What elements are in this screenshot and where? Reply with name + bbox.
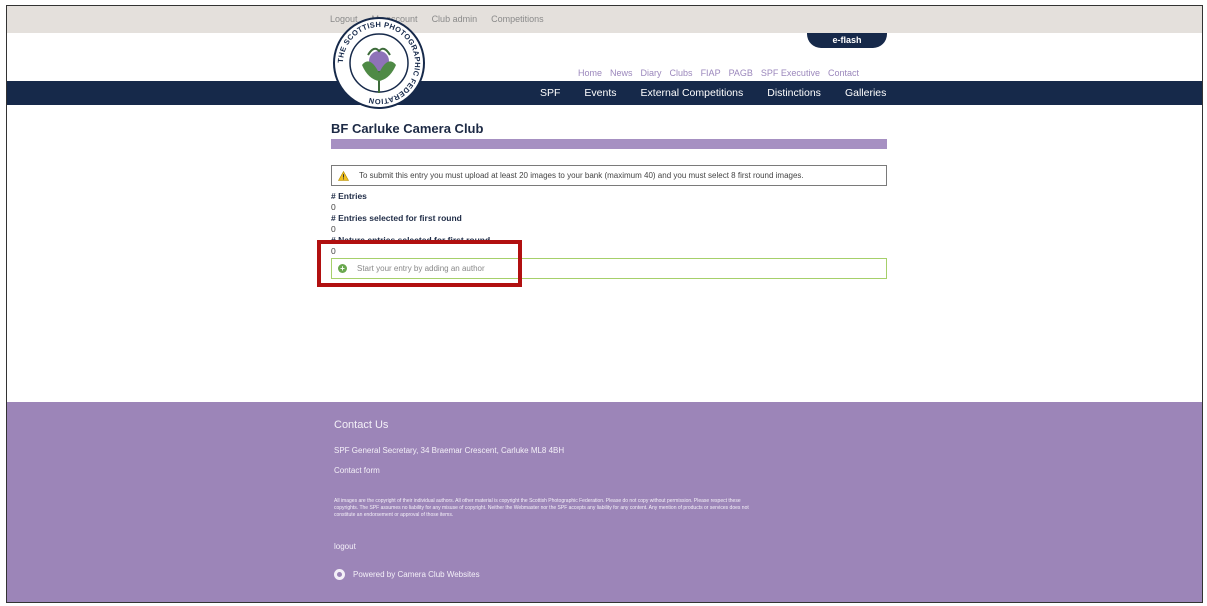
main-nav-external-competitions[interactable]: External Competitions: [641, 87, 744, 99]
federation-logo[interactable]: THE SCOTTISH PHOTOGRAPHIC FEDERATION: [332, 15, 426, 111]
site-footer: Contact Us SPF General Secretary, 34 Bra…: [7, 402, 1202, 602]
main-nav-events[interactable]: Events: [584, 87, 616, 99]
entry-warning-box: To submit this entry you must upload at …: [331, 165, 887, 186]
powered-by-label: Powered by Camera Club Websites: [353, 570, 480, 579]
first-round-value: 0: [331, 224, 336, 234]
powered-by-link[interactable]: Powered by Camera Club Websites: [334, 569, 480, 580]
nav-pagb[interactable]: PAGB: [729, 68, 753, 78]
title-divider-bar: [331, 139, 887, 149]
main-nav-bar: SPF Events External Competitions Distinc…: [7, 81, 1202, 105]
footer-contact-heading: Contact Us: [334, 419, 389, 431]
nav-spf-executive[interactable]: SPF Executive: [761, 68, 820, 78]
footer-legal-text: All images are the copyright of their in…: [334, 498, 749, 518]
top-utility-bar: Logout My account Club admin Competition…: [7, 6, 1202, 33]
footer-address: SPF General Secretary, 34 Braemar Cresce…: [334, 446, 565, 455]
camera-aperture-icon: [334, 569, 345, 580]
competitions-link[interactable]: Competitions: [491, 14, 544, 24]
secondary-nav: Home News Diary Clubs FIAP PAGB SPF Exec…: [578, 68, 859, 78]
nav-news[interactable]: News: [610, 68, 633, 78]
nav-home[interactable]: Home: [578, 68, 602, 78]
first-round-label: # Entries selected for first round: [331, 213, 462, 223]
nav-fiap[interactable]: FIAP: [701, 68, 721, 78]
warning-text: To submit this entry you must upload at …: [359, 171, 804, 180]
main-nav-galleries[interactable]: Galleries: [845, 87, 886, 99]
page-title: BF Carluke Camera Club: [331, 121, 484, 136]
main-nav-items: SPF Events External Competitions Distinc…: [540, 87, 886, 99]
entries-value: 0: [331, 202, 336, 212]
main-nav-spf[interactable]: SPF: [540, 87, 560, 99]
nav-contact[interactable]: Contact: [828, 68, 859, 78]
browser-page: Logout My account Club admin Competition…: [6, 5, 1203, 603]
club-admin-link[interactable]: Club admin: [432, 14, 478, 24]
nav-diary[interactable]: Diary: [641, 68, 662, 78]
eflash-tab[interactable]: e-flash: [807, 33, 887, 48]
footer-contact-form-link[interactable]: Contact form: [334, 466, 380, 475]
highlight-annotation-box: [317, 240, 522, 287]
warning-icon: [338, 170, 349, 181]
main-nav-distinctions[interactable]: Distinctions: [767, 87, 821, 99]
entries-label: # Entries: [331, 191, 367, 201]
footer-logout-link[interactable]: logout: [334, 542, 356, 551]
nav-clubs[interactable]: Clubs: [670, 68, 693, 78]
